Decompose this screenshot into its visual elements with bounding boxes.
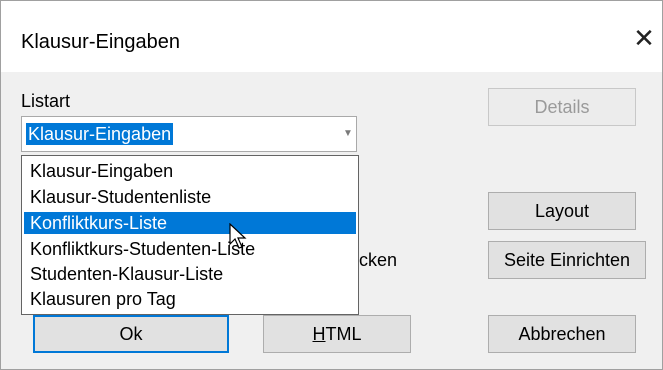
dropdown-option[interactable]: Klausur-Eingaben	[24, 160, 356, 182]
partially-hidden-label: cken	[359, 250, 398, 270]
html-button-label-rest: TML	[325, 324, 362, 344]
listart-selected-value: Klausur-Eingaben	[26, 123, 174, 145]
ok-button[interactable]: Ok	[33, 315, 229, 353]
dropdown-option[interactable]: Klausuren pro Tag	[24, 288, 356, 310]
mouse-pointer-icon	[229, 223, 247, 249]
dialog-window: Klausur-Eingaben ✕ Listart Klausur-Einga…	[0, 0, 663, 370]
close-icon[interactable]: ✕	[629, 23, 659, 53]
window-title: Klausur-Eingaben	[21, 31, 180, 53]
dropdown-option-highlighted[interactable]: Konfliktkurs-Liste	[24, 212, 356, 234]
dropdown-option[interactable]: Studenten-Klausur-Liste	[24, 263, 356, 285]
details-button[interactable]: Details	[488, 88, 636, 126]
listart-combobox[interactable]: Klausur-Eingaben ▼	[21, 116, 357, 152]
html-button-mnemonic: H	[312, 324, 326, 344]
dropdown-option[interactable]: Konfliktkurs-Studenten-Liste	[24, 238, 356, 260]
html-button[interactable]: HTML	[263, 315, 411, 353]
seite-einrichten-button[interactable]: Seite Einrichten	[488, 241, 646, 279]
dropdown-option[interactable]: Klausur-Studentenliste	[24, 186, 356, 208]
abbrechen-button[interactable]: Abbrechen	[488, 315, 636, 353]
listart-label: Listart	[21, 91, 71, 111]
layout-button[interactable]: Layout	[488, 192, 636, 230]
title-bar: Klausur-Eingaben ✕	[1, 1, 662, 72]
listart-dropdown-list[interactable]: Klausur-Eingaben Klausur-Studentenliste …	[21, 155, 359, 315]
chevron-down-icon[interactable]: ▼	[340, 118, 356, 150]
